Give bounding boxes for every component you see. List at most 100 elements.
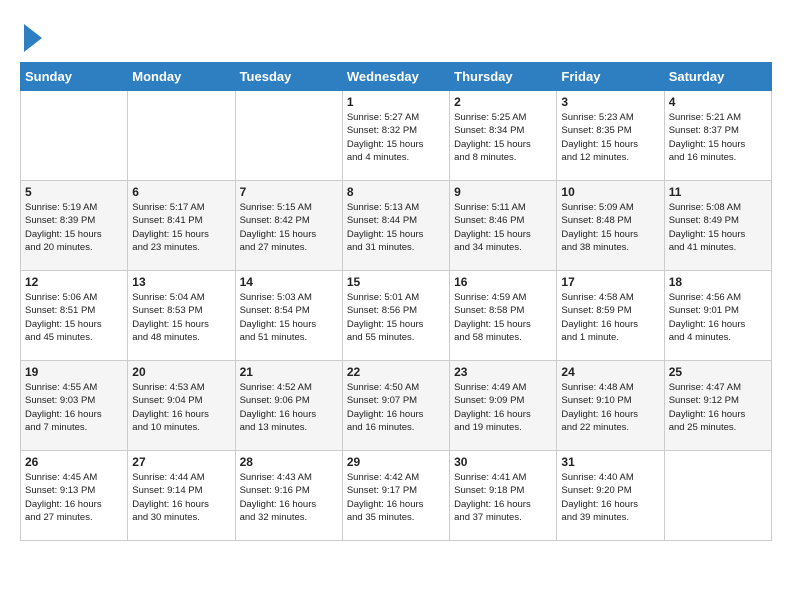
- cell-content: Sunrise: 4:43 AM Sunset: 9:16 PM Dayligh…: [240, 471, 338, 524]
- cell-content: Sunrise: 4:59 AM Sunset: 8:58 PM Dayligh…: [454, 291, 552, 344]
- logo-text-block: [20, 20, 42, 52]
- calendar-cell: [21, 91, 128, 181]
- calendar-cell: 14 Sunrise: 5:03 AM Sunset: 8:54 PM Dayli…: [235, 271, 342, 361]
- cell-content: Sunrise: 4:42 AM Sunset: 9:17 PM Dayligh…: [347, 471, 445, 524]
- calendar-cell: 12 Sunrise: 5:06 AM Sunset: 8:51 PM Dayli…: [21, 271, 128, 361]
- calendar-cell: [128, 91, 235, 181]
- week-row-4: 19 Sunrise: 4:55 AM Sunset: 9:03 PM Dayli…: [21, 361, 772, 451]
- calendar-cell: 16 Sunrise: 4:59 AM Sunset: 8:58 PM Dayli…: [450, 271, 557, 361]
- day-number: 27: [132, 455, 230, 469]
- cell-content: Sunrise: 4:41 AM Sunset: 9:18 PM Dayligh…: [454, 471, 552, 524]
- cell-content: Sunrise: 5:06 AM Sunset: 8:51 PM Dayligh…: [25, 291, 123, 344]
- day-number: 8: [347, 185, 445, 199]
- cell-content: Sunrise: 5:15 AM Sunset: 8:42 PM Dayligh…: [240, 201, 338, 254]
- calendar-cell: 7 Sunrise: 5:15 AM Sunset: 8:42 PM Daylig…: [235, 181, 342, 271]
- day-number: 16: [454, 275, 552, 289]
- day-number: 21: [240, 365, 338, 379]
- day-number: 11: [669, 185, 767, 199]
- calendar-cell: 20Sunrise: 4:53 AM Sunset: 9:04 PM Dayli…: [128, 361, 235, 451]
- page-header: [20, 20, 772, 52]
- cell-content: Sunrise: 4:40 AM Sunset: 9:20 PM Dayligh…: [561, 471, 659, 524]
- day-number: 1: [347, 95, 445, 109]
- calendar-cell: 18 Sunrise: 4:56 AM Sunset: 9:01 PM Dayli…: [664, 271, 771, 361]
- calendar-cell: 2Sunrise: 5:25 AM Sunset: 8:34 PM Daylig…: [450, 91, 557, 181]
- calendar-cell: 9 Sunrise: 5:11 AM Sunset: 8:46 PM Daylig…: [450, 181, 557, 271]
- calendar-cell: 3Sunrise: 5:23 AM Sunset: 8:35 PM Daylig…: [557, 91, 664, 181]
- cell-content: Sunrise: 5:27 AM Sunset: 8:32 PM Dayligh…: [347, 111, 445, 164]
- day-number: 4: [669, 95, 767, 109]
- calendar-cell: 31 Sunrise: 4:40 AM Sunset: 9:20 PM Dayli…: [557, 451, 664, 541]
- day-number: 6: [132, 185, 230, 199]
- cell-content: Sunrise: 4:53 AM Sunset: 9:04 PM Dayligh…: [132, 381, 230, 434]
- day-number: 28: [240, 455, 338, 469]
- day-number: 25: [669, 365, 767, 379]
- calendar-cell: [664, 451, 771, 541]
- col-header-tuesday: Tuesday: [235, 63, 342, 91]
- day-number: 15: [347, 275, 445, 289]
- day-number: 7: [240, 185, 338, 199]
- calendar-cell: 26 Sunrise: 4:45 AM Sunset: 9:13 PM Dayli…: [21, 451, 128, 541]
- calendar-cell: 21 Sunrise: 4:52 AM Sunset: 9:06 PM Dayli…: [235, 361, 342, 451]
- day-number: 3: [561, 95, 659, 109]
- day-number: 10: [561, 185, 659, 199]
- week-row-3: 12 Sunrise: 5:06 AM Sunset: 8:51 PM Dayli…: [21, 271, 772, 361]
- day-number: 26: [25, 455, 123, 469]
- day-number: 14: [240, 275, 338, 289]
- cell-content: Sunrise: 4:45 AM Sunset: 9:13 PM Dayligh…: [25, 471, 123, 524]
- calendar-cell: [235, 91, 342, 181]
- calendar-cell: 28 Sunrise: 4:43 AM Sunset: 9:16 PM Dayli…: [235, 451, 342, 541]
- calendar-cell: 22Sunrise: 4:50 AM Sunset: 9:07 PM Dayli…: [342, 361, 449, 451]
- week-row-1: 1 Sunrise: 5:27 AM Sunset: 8:32 PM Daylig…: [21, 91, 772, 181]
- calendar-cell: 23Sunrise: 4:49 AM Sunset: 9:09 PM Dayli…: [450, 361, 557, 451]
- calendar-cell: 8 Sunrise: 5:13 AM Sunset: 8:44 PM Daylig…: [342, 181, 449, 271]
- day-number: 19: [25, 365, 123, 379]
- col-header-wednesday: Wednesday: [342, 63, 449, 91]
- day-number: 23: [454, 365, 552, 379]
- header-row: SundayMondayTuesdayWednesdayThursdayFrid…: [21, 63, 772, 91]
- col-header-sunday: Sunday: [21, 63, 128, 91]
- day-number: 2: [454, 95, 552, 109]
- calendar-cell: 27 Sunrise: 4:44 AM Sunset: 9:14 PM Dayli…: [128, 451, 235, 541]
- day-number: 9: [454, 185, 552, 199]
- calendar-cell: 10 Sunrise: 5:09 AM Sunset: 8:48 PM Dayli…: [557, 181, 664, 271]
- day-number: 12: [25, 275, 123, 289]
- logo-arrow-icon: [24, 24, 42, 52]
- calendar-cell: 24 Sunrise: 4:48 AM Sunset: 9:10 PM Dayli…: [557, 361, 664, 451]
- calendar-cell: 19 Sunrise: 4:55 AM Sunset: 9:03 PM Dayli…: [21, 361, 128, 451]
- cell-content: Sunrise: 5:08 AM Sunset: 8:49 PM Dayligh…: [669, 201, 767, 254]
- calendar-table: SundayMondayTuesdayWednesdayThursdayFrid…: [20, 62, 772, 541]
- week-row-5: 26 Sunrise: 4:45 AM Sunset: 9:13 PM Dayli…: [21, 451, 772, 541]
- cell-content: Sunrise: 5:13 AM Sunset: 8:44 PM Dayligh…: [347, 201, 445, 254]
- calendar-cell: 30 Sunrise: 4:41 AM Sunset: 9:18 PM Dayli…: [450, 451, 557, 541]
- day-number: 18: [669, 275, 767, 289]
- cell-content: Sunrise: 5:11 AM Sunset: 8:46 PM Dayligh…: [454, 201, 552, 254]
- cell-content: Sunrise: 4:50 AM Sunset: 9:07 PM Dayligh…: [347, 381, 445, 434]
- logo: [20, 20, 42, 52]
- day-number: 31: [561, 455, 659, 469]
- cell-content: Sunrise: 5:03 AM Sunset: 8:54 PM Dayligh…: [240, 291, 338, 344]
- col-header-monday: Monday: [128, 63, 235, 91]
- day-number: 30: [454, 455, 552, 469]
- cell-content: Sunrise: 5:19 AM Sunset: 8:39 PM Dayligh…: [25, 201, 123, 254]
- cell-content: Sunrise: 5:01 AM Sunset: 8:56 PM Dayligh…: [347, 291, 445, 344]
- calendar-cell: 25Sunrise: 4:47 AM Sunset: 9:12 PM Dayli…: [664, 361, 771, 451]
- cell-content: Sunrise: 4:56 AM Sunset: 9:01 PM Dayligh…: [669, 291, 767, 344]
- day-number: 24: [561, 365, 659, 379]
- day-number: 29: [347, 455, 445, 469]
- cell-content: Sunrise: 5:21 AM Sunset: 8:37 PM Dayligh…: [669, 111, 767, 164]
- cell-content: Sunrise: 5:17 AM Sunset: 8:41 PM Dayligh…: [132, 201, 230, 254]
- cell-content: Sunrise: 4:48 AM Sunset: 9:10 PM Dayligh…: [561, 381, 659, 434]
- col-header-saturday: Saturday: [664, 63, 771, 91]
- calendar-cell: 4 Sunrise: 5:21 AM Sunset: 8:37 PM Daylig…: [664, 91, 771, 181]
- cell-content: Sunrise: 5:09 AM Sunset: 8:48 PM Dayligh…: [561, 201, 659, 254]
- cell-content: Sunrise: 4:52 AM Sunset: 9:06 PM Dayligh…: [240, 381, 338, 434]
- cell-content: Sunrise: 4:55 AM Sunset: 9:03 PM Dayligh…: [25, 381, 123, 434]
- cell-content: Sunrise: 5:04 AM Sunset: 8:53 PM Dayligh…: [132, 291, 230, 344]
- cell-content: Sunrise: 4:44 AM Sunset: 9:14 PM Dayligh…: [132, 471, 230, 524]
- day-number: 17: [561, 275, 659, 289]
- calendar-cell: 29 Sunrise: 4:42 AM Sunset: 9:17 PM Dayli…: [342, 451, 449, 541]
- calendar-cell: 6 Sunrise: 5:17 AM Sunset: 8:41 PM Daylig…: [128, 181, 235, 271]
- week-row-2: 5Sunrise: 5:19 AM Sunset: 8:39 PM Daylig…: [21, 181, 772, 271]
- calendar-cell: 11 Sunrise: 5:08 AM Sunset: 8:49 PM Dayli…: [664, 181, 771, 271]
- calendar-cell: 1 Sunrise: 5:27 AM Sunset: 8:32 PM Daylig…: [342, 91, 449, 181]
